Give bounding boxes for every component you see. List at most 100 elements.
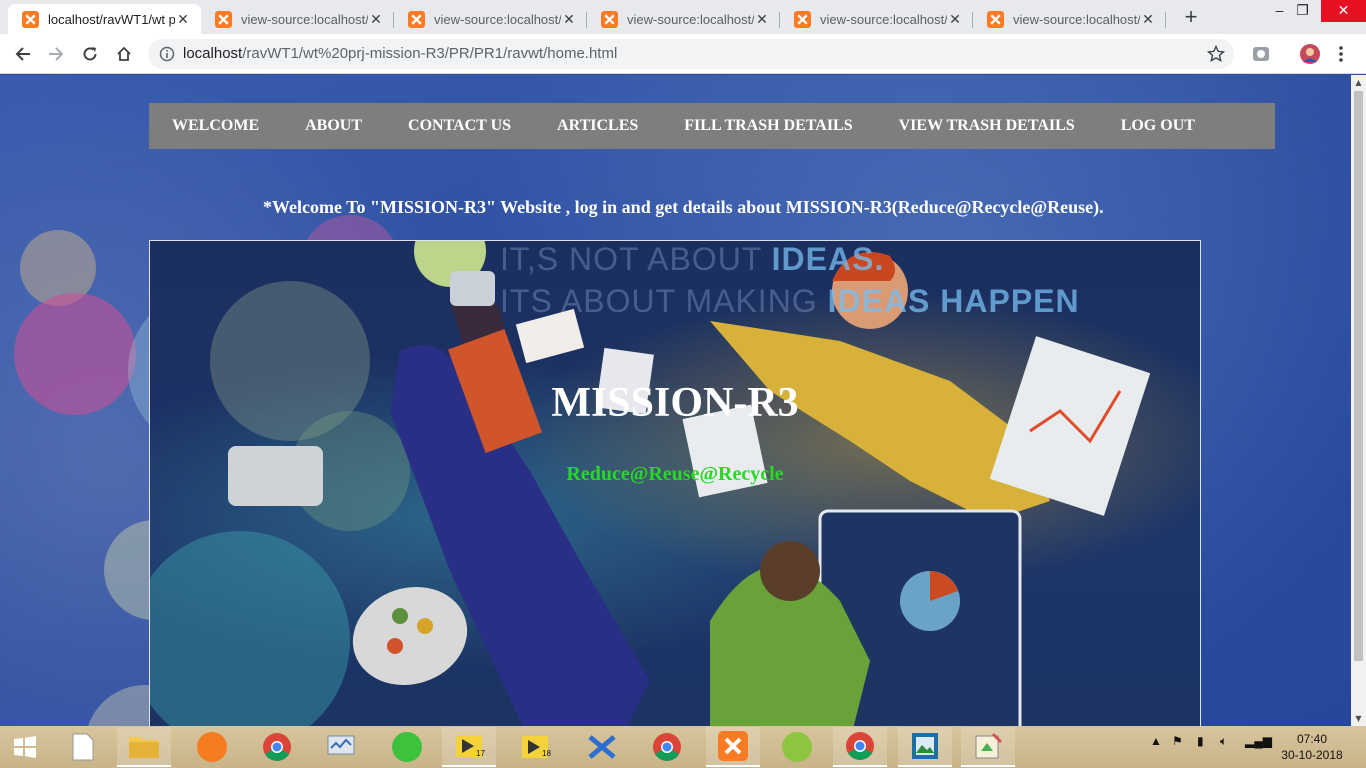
hero-bg-text-line2: ITS ABOUT MAKING IDEAS HAPPEN [500, 283, 1080, 319]
tab-strip: localhost/ravWT1/wt p ✕ view-source:loca… [0, 0, 1366, 34]
tab-title: view-source:localhost/ [1013, 11, 1140, 27]
xampp-favicon-icon [987, 10, 1004, 28]
tab-close-icon[interactable]: ✕ [754, 11, 770, 28]
tab-view-source-2[interactable]: view-source:localhost/ ✕ [394, 4, 587, 34]
tray-flag-icon[interactable]: ⚑ [1172, 734, 1183, 748]
page-viewport: WELCOME ABOUT CONTACT US ARTICLES FILL T… [0, 75, 1351, 726]
taskbar-chrome-1[interactable] [250, 727, 304, 767]
tab-close-icon[interactable]: ✕ [368, 11, 384, 28]
taskbar-xampp[interactable] [706, 727, 760, 767]
tab-title: view-source:localhost/ [627, 11, 754, 27]
taskbar-file-icon[interactable] [56, 727, 110, 767]
close-window-button[interactable]: ✕ [1321, 0, 1366, 22]
start-button[interactable] [0, 727, 50, 767]
scrollbar-thumb[interactable] [1354, 91, 1363, 661]
extension-icon [1253, 47, 1269, 61]
taskbar-chrome-active[interactable] [833, 727, 887, 767]
hero-bg-text-line1: IT,S NOT ABOUT IDEAS. [500, 241, 885, 277]
taskbar-file-explorer[interactable] [117, 727, 171, 767]
taskbar-photos[interactable] [898, 727, 952, 767]
tray-volume-icon[interactable]: 🔈︎ [1220, 734, 1227, 749]
tab-close-icon[interactable]: ✕ [947, 11, 963, 28]
tray-up-arrow-icon[interactable]: ▲ [1150, 734, 1162, 748]
paint-icon [975, 732, 1003, 759]
taskbar-drive-app[interactable] [770, 727, 824, 767]
tray-network-icon[interactable]: ▂▄▆ [1245, 734, 1272, 748]
tab-title: view-source:localhost/ [434, 11, 561, 27]
taskbar-chrome-2[interactable] [640, 727, 694, 767]
arrow-left-icon [15, 47, 30, 61]
extension-button[interactable] [1248, 41, 1274, 67]
arrow-right-icon [49, 47, 64, 61]
taskbar-uc-browser[interactable] [185, 727, 239, 767]
taskbar-vlc-18[interactable]: 18 [508, 727, 562, 767]
drive-icon [782, 732, 812, 762]
scroll-up-arrow-icon[interactable]: ▲ [1351, 75, 1366, 90]
xampp-favicon-icon [22, 10, 39, 28]
xampp-favicon-icon [794, 10, 811, 28]
folder-icon [129, 737, 159, 758]
avatar [1300, 44, 1320, 64]
tab-title: localhost/ravWT1/wt p [48, 11, 175, 27]
chrome-menu-button[interactable] [1328, 41, 1354, 67]
maximize-button[interactable]: ❐ [1280, 0, 1325, 22]
hero-title: MISSION-R3 [551, 380, 799, 426]
profile-button[interactable] [1297, 41, 1323, 67]
xampp-favicon-icon [215, 10, 232, 28]
tab-close-icon[interactable]: ✕ [1140, 11, 1156, 28]
badge-17: 17 [476, 749, 485, 758]
more-vertical-icon [1339, 46, 1343, 62]
xampp-favicon-icon [408, 10, 425, 28]
home-button[interactable] [111, 41, 137, 67]
url-text[interactable]: localhost/ravWT1/wt%20prj-mission-R3/PR/… [183, 45, 617, 62]
tab-close-icon[interactable]: ✕ [175, 11, 191, 28]
forward-button[interactable] [43, 41, 69, 67]
new-tab-button[interactable]: + [1178, 5, 1204, 31]
system-clock[interactable]: 07:40 30-10-2018 [1276, 731, 1348, 763]
nav-about[interactable]: ABOUT [305, 117, 362, 135]
taskbar-vlc-17[interactable]: 17 [442, 727, 496, 767]
taskbar-sync-app[interactable] [380, 727, 434, 767]
scroll-down-arrow-icon[interactable]: ▼ [1351, 711, 1366, 726]
tray-battery-icon[interactable]: ▮ [1197, 734, 1204, 748]
reload-button[interactable] [77, 41, 103, 67]
tab-close-icon[interactable]: ✕ [561, 11, 577, 28]
nav-view-trash-details[interactable]: VIEW TRASH DETAILS [899, 117, 1075, 135]
tab-home[interactable]: localhost/ravWT1/wt p ✕ [8, 4, 201, 34]
tab-view-source-1[interactable]: view-source:localhost/ ✕ [201, 4, 394, 34]
uc-browser-icon [197, 732, 227, 762]
nav-welcome[interactable]: WELCOME [172, 117, 259, 135]
tab-view-source-5[interactable]: view-source:localhost/ ✕ [973, 4, 1166, 34]
clock-date: 30-10-2018 [1281, 748, 1343, 762]
url-path: /ravWT1/wt%20prj-mission-R3/PR/PR1/ravwt… [242, 45, 618, 62]
back-button[interactable] [10, 41, 36, 67]
reload-icon [83, 47, 97, 61]
url-host: localhost [183, 45, 243, 62]
nav-contact-us[interactable]: CONTACT US [408, 117, 511, 135]
chrome-icon [263, 733, 291, 761]
welcome-message: *Welcome To "MISSION-R3" Website , log i… [263, 197, 1104, 217]
xampp-favicon-icon [601, 10, 618, 28]
home-icon [117, 46, 131, 61]
tab-view-source-3[interactable]: view-source:localhost/ ✕ [587, 4, 780, 34]
sync-icon [392, 732, 422, 762]
nav-log-out[interactable]: LOG OUT [1121, 117, 1195, 135]
chrome-icon [653, 733, 681, 761]
address-bar[interactable]: localhost/ravWT1/wt%20prj-mission-R3/PR/… [148, 39, 1234, 69]
clock-time: 07:40 [1296, 732, 1328, 746]
nav-fill-trash-details[interactable]: FILL TRASH DETAILS [684, 117, 852, 135]
tab-view-source-4[interactable]: view-source:localhost/ ✕ [780, 4, 973, 34]
tab-title: view-source:localhost/ [241, 11, 368, 27]
blank-document-icon [72, 733, 94, 761]
taskbar-x-app[interactable] [575, 727, 629, 767]
tab-title: view-source:localhost/ [820, 11, 947, 27]
info-icon[interactable] [159, 46, 175, 62]
nav-articles[interactable]: ARTICLES [557, 117, 638, 135]
badge-18: 18 [542, 749, 551, 758]
taskbar-paint[interactable] [961, 727, 1015, 767]
hero-banner: IT,S NOT ABOUT IDEAS. ITS ABOUT MAKING I… [149, 240, 1201, 726]
taskbar-monitor-app[interactable] [314, 727, 368, 767]
page-scrollbar[interactable]: ▲ ▼ [1351, 75, 1366, 726]
bookmark-star-icon[interactable] [1207, 45, 1225, 63]
main-nav: WELCOME ABOUT CONTACT US ARTICLES FILL T… [149, 103, 1275, 149]
